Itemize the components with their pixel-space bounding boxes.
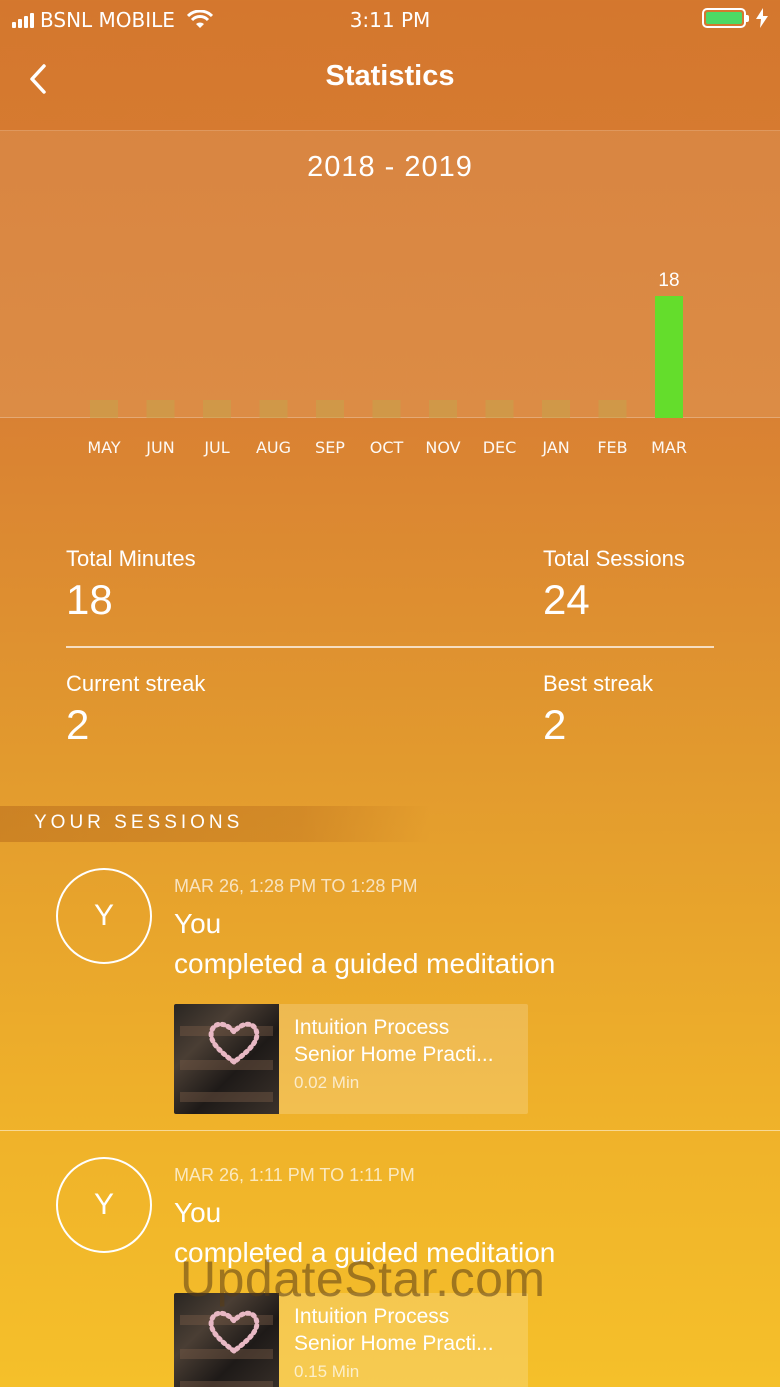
avatar: Y — [56, 868, 152, 964]
best-streak-value: 2 — [543, 701, 567, 748]
tick-label-oct: OCT — [369, 438, 404, 457]
card-duration: 0.15 Min — [294, 1362, 360, 1381]
current-streak-stat: Current streak 2 — [66, 671, 205, 749]
card-title: Intuition Process — [294, 1016, 450, 1039]
total-minutes-label: Total Minutes — [66, 546, 196, 571]
bar-mar — [655, 296, 683, 418]
bar-nov — [429, 400, 457, 418]
bar-chart: 18 — [90, 270, 683, 418]
session-time: MAR 26, 1:11 PM TO 1:11 PM — [174, 1165, 415, 1185]
card-subtitle: Senior Home Practi... — [294, 1332, 494, 1355]
best-streak-stat: Best streak 2 — [543, 671, 653, 749]
tick-label-aug: AUG — [255, 438, 292, 457]
total-minutes-stat: Total Minutes 18 — [66, 546, 196, 624]
sessions-header-label: YOUR SESSIONS — [34, 812, 244, 833]
tick-label-jun: JUN — [146, 438, 175, 457]
tick-label-jul: JUL — [204, 438, 230, 457]
bar-aug — [259, 400, 288, 418]
bar-may — [90, 400, 118, 418]
best-streak-label: Best streak — [543, 671, 654, 696]
session-user: You — [174, 908, 222, 939]
month-axis: MAY JUN JUL AUG SEP OCT NOV DEC JAN FEB MAR — [0, 418, 780, 478]
tick-label-nov: NOV — [425, 438, 461, 457]
tick-label-may: MAY — [87, 438, 121, 457]
card-title: Intuition Process — [294, 1305, 450, 1328]
avatar: Y — [56, 1157, 152, 1253]
session-action: completed a guided meditation — [174, 948, 556, 979]
session-item[interactable]: Y MAR 26, 1:28 PM TO 1:28 PM You complet… — [0, 842, 780, 1130]
stats-section: Total Minutes 18 Total Sessions 24 Curre… — [66, 540, 714, 760]
tick-label-mar: MAR — [651, 438, 687, 457]
total-sessions-stat: Total Sessions 24 — [543, 546, 685, 624]
stats-divider — [66, 646, 714, 648]
total-sessions-value: 24 — [543, 576, 590, 623]
current-streak-label: Current streak — [66, 671, 206, 696]
card-subtitle: Senior Home Practi... — [294, 1043, 494, 1066]
meditation-thumbnail — [174, 1004, 279, 1114]
tick-label-dec: DEC — [482, 438, 517, 457]
data-label-mar: 18 — [658, 270, 679, 291]
bar-jul — [203, 400, 231, 418]
tick-label-sep: SEP — [315, 438, 345, 457]
session-user: You — [174, 1197, 222, 1228]
watermark: UpdateStar.com — [180, 1251, 546, 1307]
sessions-header: YOUR SESSIONS — [0, 806, 430, 842]
bar-oct — [372, 400, 401, 418]
bar-feb — [598, 400, 627, 418]
bar-jan — [542, 400, 570, 418]
bar-sep — [316, 400, 344, 418]
total-minutes-value: 18 — [66, 576, 113, 623]
heart-icon — [208, 1021, 260, 1066]
bar-dec — [485, 400, 514, 418]
meditation-card[interactable]: Intuition Process Senior Home Practi... … — [174, 1004, 528, 1114]
session-time: MAR 26, 1:28 PM TO 1:28 PM — [174, 876, 418, 896]
bar-jun — [146, 400, 175, 418]
total-sessions-label: Total Sessions — [543, 546, 685, 571]
tick-label-jan: JAN — [542, 438, 570, 457]
current-streak-value: 2 — [66, 701, 90, 748]
tick-label-feb: FEB — [597, 438, 628, 457]
card-duration: 0.02 Min — [294, 1073, 360, 1092]
